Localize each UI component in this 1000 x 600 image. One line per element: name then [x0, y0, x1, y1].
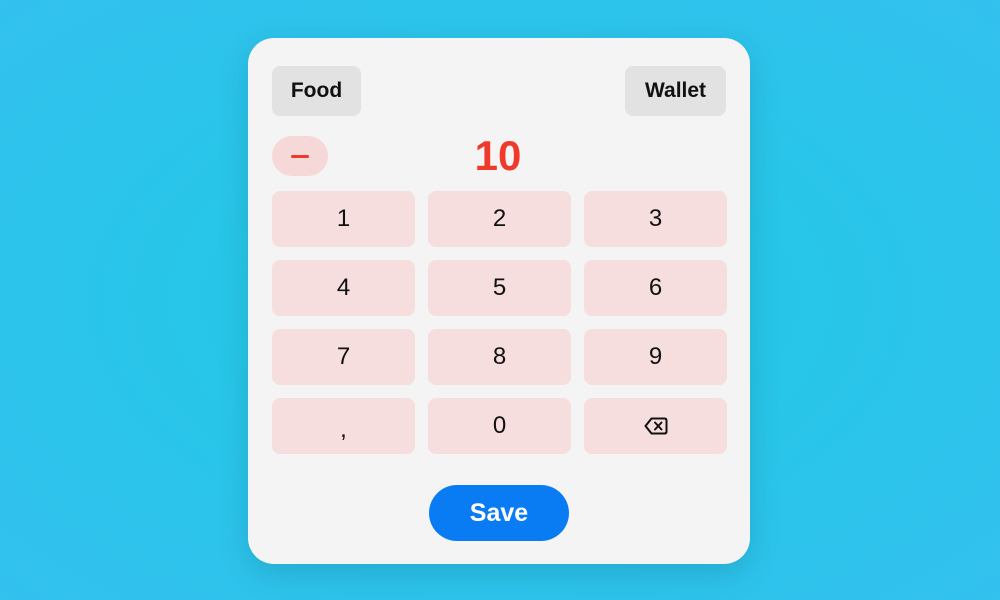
keypad: 1 2 3 4 5 6 7 8 9 , 0	[272, 191, 727, 454]
key-2[interactable]: 2	[428, 191, 571, 247]
backspace-icon	[644, 417, 667, 435]
key-3[interactable]: 3	[584, 191, 727, 247]
key-decimal[interactable]: ,	[272, 398, 415, 454]
key-4[interactable]: 4	[272, 260, 415, 316]
key-8[interactable]: 8	[428, 329, 571, 385]
category-button[interactable]: Food	[272, 66, 361, 116]
key-6[interactable]: 6	[584, 260, 727, 316]
minus-icon	[291, 154, 309, 158]
account-button[interactable]: Wallet	[625, 66, 726, 116]
save-button[interactable]: Save	[429, 485, 569, 541]
amount-display: 10	[474, 132, 522, 179]
key-7[interactable]: 7	[272, 329, 415, 385]
backspace-button[interactable]	[584, 398, 727, 454]
key-0[interactable]: 0	[428, 398, 571, 454]
key-9[interactable]: 9	[584, 329, 727, 385]
key-5[interactable]: 5	[428, 260, 571, 316]
decimal-separator-label: ,	[340, 416, 347, 443]
sign-toggle-button[interactable]	[272, 136, 328, 176]
key-1[interactable]: 1	[272, 191, 415, 247]
entry-card: Food Wallet 10 1 2 3 4 5 6 7 8 9 , 0 Sav…	[248, 38, 750, 564]
